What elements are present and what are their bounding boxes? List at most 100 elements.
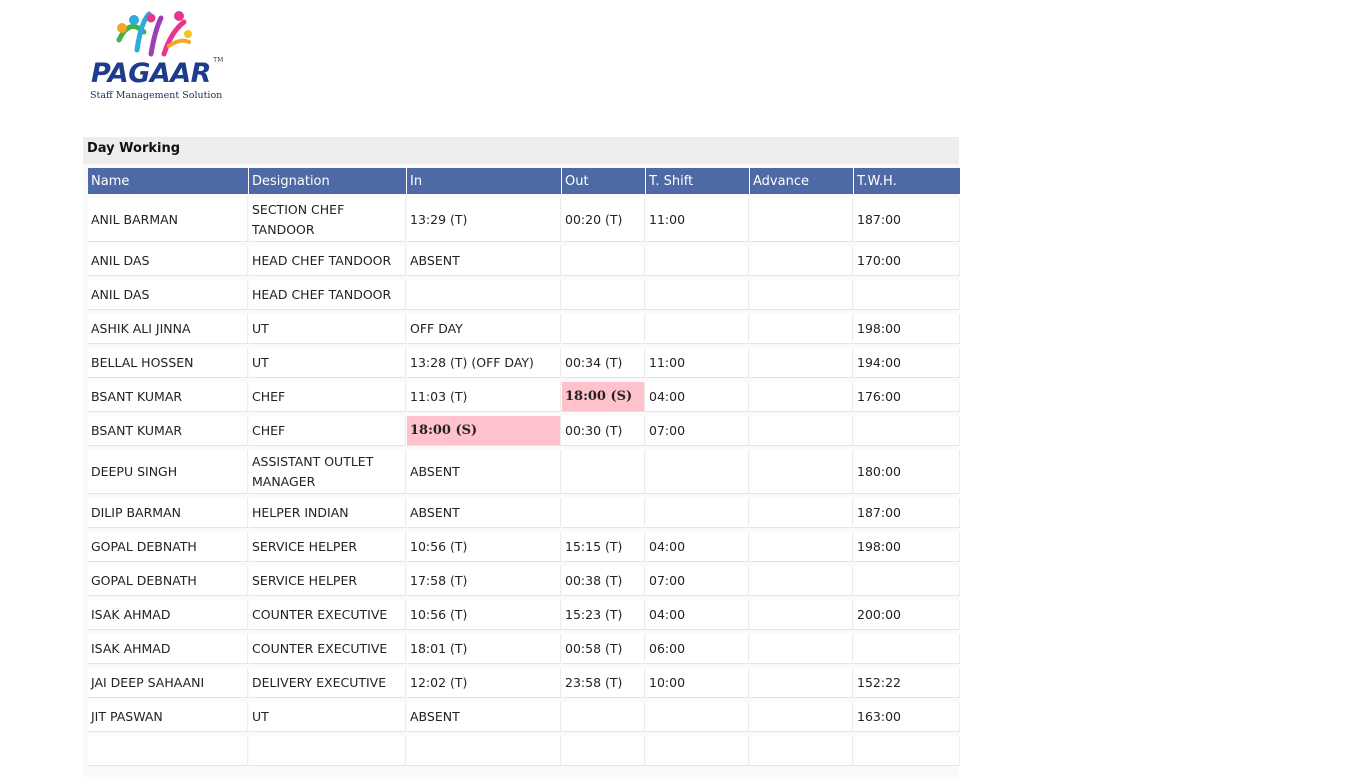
cell-twh: 163:00 <box>854 702 960 732</box>
cell-out: 15:15 (T) <box>562 532 645 562</box>
cell-advance <box>750 348 853 378</box>
cell-advance <box>750 450 853 494</box>
cell-designation: UT <box>249 348 406 378</box>
table-row: GOPAL DEBNATH SERVICE HELPER 17:58 (T) 00:3… <box>88 566 960 596</box>
cell-name: ANIL DAS <box>88 280 248 310</box>
cell-designation: COUNTER EXECUTIVE <box>249 634 406 664</box>
table-row <box>88 736 960 766</box>
table-row: DEEPU SINGH ASSISTANT OUTLET MANAGER ABSEN… <box>88 450 960 494</box>
cell-twh: 176:00 <box>854 382 960 412</box>
cell-out: 00:38 (T) <box>562 566 645 596</box>
cell-in: 18:00 (S) <box>407 416 561 446</box>
cell-advance <box>750 702 853 732</box>
cell-designation: UT <box>249 314 406 344</box>
cell-in: 10:56 (T) <box>407 600 561 630</box>
cell-out: 15:23 (T) <box>562 600 645 630</box>
cell-out: 23:58 (T) <box>562 668 645 698</box>
cell-advance <box>750 198 853 242</box>
column-header-in: In <box>407 168 561 194</box>
cell-shift: 04:00 <box>646 600 749 630</box>
trademark-icon: TM <box>213 56 224 64</box>
column-header-advance: Advance <box>750 168 853 194</box>
cell-out <box>562 450 645 494</box>
cell-designation <box>249 736 406 766</box>
column-header-designation: Designation <box>249 168 406 194</box>
table-row: DILIP BARMAN HELPER INDIAN ABSENT 187:00 <box>88 498 960 528</box>
cell-twh: 194:00 <box>854 348 960 378</box>
cell-in: OFF DAY <box>407 314 561 344</box>
column-header-shift: T. Shift <box>646 168 749 194</box>
table-row: ANIL DAS HEAD CHEF TANDOOR <box>88 280 960 310</box>
cell-advance <box>750 382 853 412</box>
cell-name: ISAK AHMAD <box>88 600 248 630</box>
cell-in: ABSENT <box>407 702 561 732</box>
cell-twh: 187:00 <box>854 498 960 528</box>
cell-advance <box>750 246 853 276</box>
cell-name: ISAK AHMAD <box>88 634 248 664</box>
column-header-out: Out <box>562 168 645 194</box>
table-row: ANIL DAS HEAD CHEF TANDOOR ABSENT 170:00 <box>88 246 960 276</box>
logo-tagline: Staff Management Solution <box>90 90 223 101</box>
cell-name: BSANT KUMAR <box>88 416 248 446</box>
cell-in <box>407 280 561 310</box>
cell-twh: 170:00 <box>854 246 960 276</box>
cell-advance <box>750 314 853 344</box>
column-header-twh: T.W.H. <box>854 168 960 194</box>
pagaar-logo: PAGAAR TM Staff Management Solution <box>89 10 224 102</box>
cell-in: 13:28 (T) (OFF DAY) <box>407 348 561 378</box>
cell-advance <box>750 280 853 310</box>
people-figures-icon <box>116 11 192 57</box>
cell-name: JIT PASWAN <box>88 702 248 732</box>
cell-shift: 11:00 <box>646 348 749 378</box>
cell-shift <box>646 498 749 528</box>
cell-shift <box>646 702 749 732</box>
cell-name: BELLAL HOSSEN <box>88 348 248 378</box>
table-row: ISAK AHMAD COUNTER EXECUTIVE 18:01 (T) 00:5… <box>88 634 960 664</box>
cell-name: JAI DEEP SAHAANI <box>88 668 248 698</box>
cell-in: ABSENT <box>407 246 561 276</box>
cell-name: ANIL BARMAN <box>88 198 248 242</box>
cell-designation: SERVICE HELPER <box>249 532 406 562</box>
cell-in: ABSENT <box>407 450 561 494</box>
table-row: GOPAL DEBNATH SERVICE HELPER 10:56 (T) 15:1… <box>88 532 960 562</box>
cell-advance <box>750 532 853 562</box>
cell-twh <box>854 566 960 596</box>
cell-out: 18:00 (S) <box>562 382 645 412</box>
cell-twh: 180:00 <box>854 450 960 494</box>
cell-shift <box>646 450 749 494</box>
cell-twh: 200:00 <box>854 600 960 630</box>
cell-shift: 07:00 <box>646 416 749 446</box>
table-header-row: Name Designation In Out T. Shift Advance T.W.H… <box>88 168 960 194</box>
cell-advance <box>750 668 853 698</box>
cell-twh <box>854 416 960 446</box>
cell-designation: CHEF <box>249 416 406 446</box>
cell-designation: HEAD CHEF TANDOOR <box>249 246 406 276</box>
cell-shift <box>646 246 749 276</box>
cell-name: ANIL DAS <box>88 246 248 276</box>
cell-shift: 06:00 <box>646 634 749 664</box>
cell-name: ASHIK ALI JINNA <box>88 314 248 344</box>
cell-shift: 07:00 <box>646 566 749 596</box>
cell-shift: 04:00 <box>646 382 749 412</box>
cell-twh <box>854 736 960 766</box>
cell-advance <box>750 736 853 766</box>
cell-name: BSANT KUMAR <box>88 382 248 412</box>
cell-in: 18:01 (T) <box>407 634 561 664</box>
cell-in <box>407 736 561 766</box>
cell-shift <box>646 314 749 344</box>
cell-name: DILIP BARMAN <box>88 498 248 528</box>
cell-out: 00:58 (T) <box>562 634 645 664</box>
cell-in: 13:29 (T) <box>407 198 561 242</box>
cell-designation: SERVICE HELPER <box>249 566 406 596</box>
cell-out: 00:20 (T) <box>562 198 645 242</box>
cell-out <box>562 246 645 276</box>
cell-twh <box>854 280 960 310</box>
cell-out: 00:30 (T) <box>562 416 645 446</box>
cell-designation: UT <box>249 702 406 732</box>
cell-advance <box>750 498 853 528</box>
cell-out: 00:34 (T) <box>562 348 645 378</box>
cell-out <box>562 736 645 766</box>
cell-twh: 152:22 <box>854 668 960 698</box>
panel-title: Day Working <box>83 137 959 164</box>
cell-advance <box>750 416 853 446</box>
